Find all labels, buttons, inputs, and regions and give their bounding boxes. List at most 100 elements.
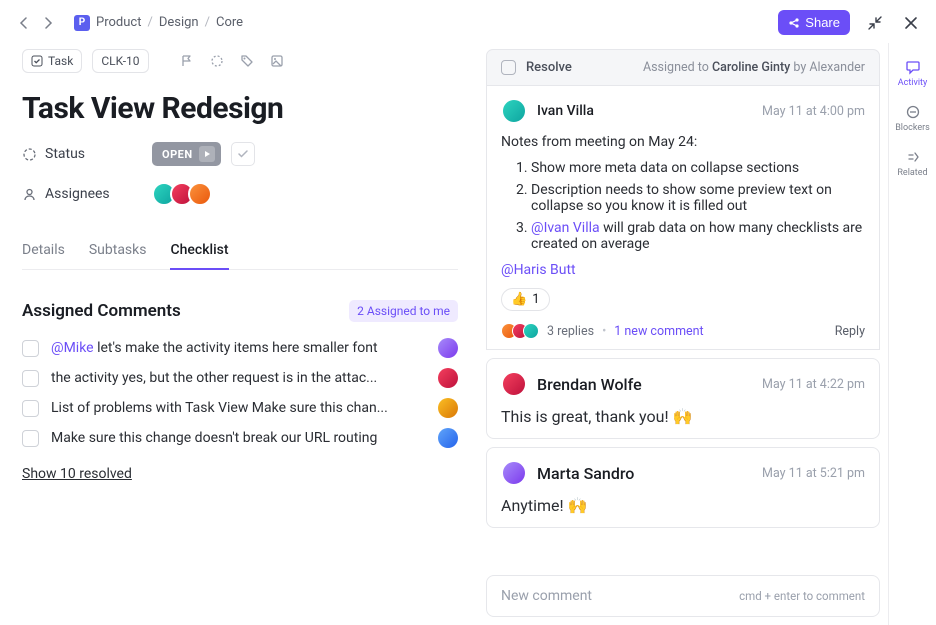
status-icon	[22, 147, 37, 162]
list-item: Description needs to show some preview t…	[531, 182, 865, 214]
thread-card: Brendan Wolfe May 11 at 4:22 pm This is …	[486, 358, 880, 439]
list-item: Show more meta data on collapse sections	[531, 160, 865, 176]
side-rail: Activity Blockers Related	[888, 43, 936, 625]
assigned-comments-header: Assigned Comments 2 Assigned to me	[22, 300, 458, 322]
task-toolbar: Task CLK-10	[22, 49, 458, 73]
list-item[interactable]: List of problems with Task View Make sur…	[22, 398, 458, 418]
comment-composer[interactable]: New comment cmd + enter to comment	[486, 575, 880, 617]
reaction-count: 1	[532, 292, 539, 307]
reply-avatars	[501, 323, 539, 339]
thread-card: Marta Sandro May 11 at 5:21 pm Anytime! …	[486, 447, 880, 528]
assigned-heading: Assigned Comments	[22, 301, 181, 321]
list-item: @Ivan Villa will grab data on how many c…	[531, 220, 865, 252]
task-chip[interactable]: Task	[22, 49, 82, 73]
assigned-to-me-badge[interactable]: 2 Assigned to me	[349, 300, 458, 322]
show-resolved-link[interactable]: Show 10 resolved	[22, 466, 458, 482]
comment-author: Brendan Wolfe	[537, 375, 642, 394]
workspace-badge: P	[74, 15, 90, 31]
comment-time: May 11 at 5:21 pm	[762, 466, 865, 481]
reply-count[interactable]: 3 replies	[547, 324, 594, 339]
rail-label: Activity	[898, 78, 927, 88]
nav-back[interactable]	[14, 13, 34, 33]
comment-time: May 11 at 4:00 pm	[762, 104, 865, 119]
status-play-icon	[199, 146, 215, 162]
person-icon	[22, 187, 37, 202]
assigned-info: Assigned to Caroline Ginty by Alexander	[643, 60, 865, 75]
thread-header: Resolve Assigned to Caroline Ginty by Al…	[486, 49, 880, 86]
avatar	[188, 182, 212, 206]
avatar	[501, 371, 527, 397]
assigned-comment-list: @Mike let's make the activity items here…	[22, 338, 458, 448]
topbar: P Product / Design / Core Share	[0, 0, 936, 43]
tab-checklist[interactable]: Checklist	[170, 234, 228, 270]
avatar	[523, 323, 539, 339]
checkbox[interactable]	[22, 370, 39, 387]
thread-footer: 3 replies • 1 new comment Reply	[501, 323, 865, 339]
share-button[interactable]: Share	[778, 10, 850, 35]
share-icon	[788, 17, 800, 29]
status-row: Status OPEN	[22, 142, 458, 166]
rail-related[interactable]: Related	[889, 143, 936, 184]
flag-icon[interactable]	[177, 51, 197, 71]
rail-activity[interactable]: Activity	[889, 53, 936, 94]
list-item[interactable]: Make sure this change doesn't break our …	[22, 428, 458, 448]
assignee-avatars[interactable]	[152, 182, 212, 206]
resolve-checkbox[interactable]	[501, 60, 516, 75]
comment-text: List of problems with Task View Make sur…	[51, 400, 426, 416]
composer-placeholder: New comment	[501, 588, 592, 604]
thread-card: Ivan Villa May 11 at 4:00 pm Notes from …	[486, 86, 880, 350]
reply-link[interactable]: Reply	[835, 324, 865, 339]
comment-body: This is great, thank you! 🙌	[501, 407, 865, 426]
sprint-icon[interactable]	[207, 51, 227, 71]
checkbox[interactable]	[22, 430, 39, 447]
composer-hint: cmd + enter to comment	[739, 589, 865, 603]
block-icon	[905, 104, 921, 120]
avatar	[438, 368, 458, 388]
comment-author: Marta Sandro	[537, 464, 634, 483]
page-title: Task View Redesign	[22, 91, 458, 126]
close-icon[interactable]	[900, 12, 922, 34]
avatar	[438, 338, 458, 358]
comment-text: the activity yes, but the other request …	[51, 370, 426, 386]
comment-author: Ivan Villa	[537, 103, 594, 119]
list-item[interactable]: the activity yes, but the other request …	[22, 368, 458, 388]
status-value: OPEN	[162, 148, 193, 161]
activity-panel: Resolve Assigned to Caroline Ginty by Al…	[480, 43, 888, 625]
assignees-row: Assignees	[22, 182, 458, 206]
crumb-design[interactable]: Design	[159, 15, 199, 30]
checkbox[interactable]	[22, 400, 39, 417]
resolve-label: Resolve	[526, 60, 572, 75]
status-pill[interactable]: OPEN	[152, 142, 221, 166]
tab-details[interactable]: Details	[22, 234, 65, 269]
breadcrumb: P Product / Design / Core	[74, 15, 243, 31]
nav-forward[interactable]	[38, 13, 58, 33]
checkbox[interactable]	[22, 340, 39, 357]
assignees-label: Assignees	[45, 186, 110, 202]
rail-blockers[interactable]: Blockers	[889, 98, 936, 139]
check-icon	[31, 55, 43, 67]
list-item[interactable]: @Mike let's make the activity items here…	[22, 338, 458, 358]
avatar	[501, 98, 527, 124]
comment-text: Make sure this change doesn't break our …	[51, 430, 426, 446]
crumb-core[interactable]: Core	[216, 15, 243, 30]
image-icon[interactable]	[267, 51, 287, 71]
reaction-button[interactable]: 👍 1	[501, 288, 550, 311]
chat-icon	[905, 59, 921, 75]
comment-body: Anytime! 🙌	[501, 496, 865, 515]
tab-subtasks[interactable]: Subtasks	[89, 234, 147, 269]
mark-complete-button[interactable]	[231, 142, 255, 166]
main-panel: Task CLK-10 Task View Redesign Status OP…	[0, 43, 480, 625]
share-label: Share	[805, 15, 840, 30]
collapse-icon[interactable]	[864, 12, 886, 34]
avatar	[501, 460, 527, 486]
mention-link[interactable]: @Haris Butt	[501, 262, 865, 278]
tag-icon[interactable]	[237, 51, 257, 71]
rail-label: Blockers	[895, 123, 930, 133]
task-chip-label: Task	[48, 54, 73, 68]
new-comment-badge[interactable]: 1 new comment	[614, 324, 703, 339]
crumb-product[interactable]: Product	[96, 15, 141, 30]
status-label: Status	[45, 146, 85, 162]
comment-text: @Mike let's make the activity items here…	[51, 340, 426, 356]
link-icon	[905, 149, 921, 165]
task-id-chip[interactable]: CLK-10	[92, 49, 148, 73]
